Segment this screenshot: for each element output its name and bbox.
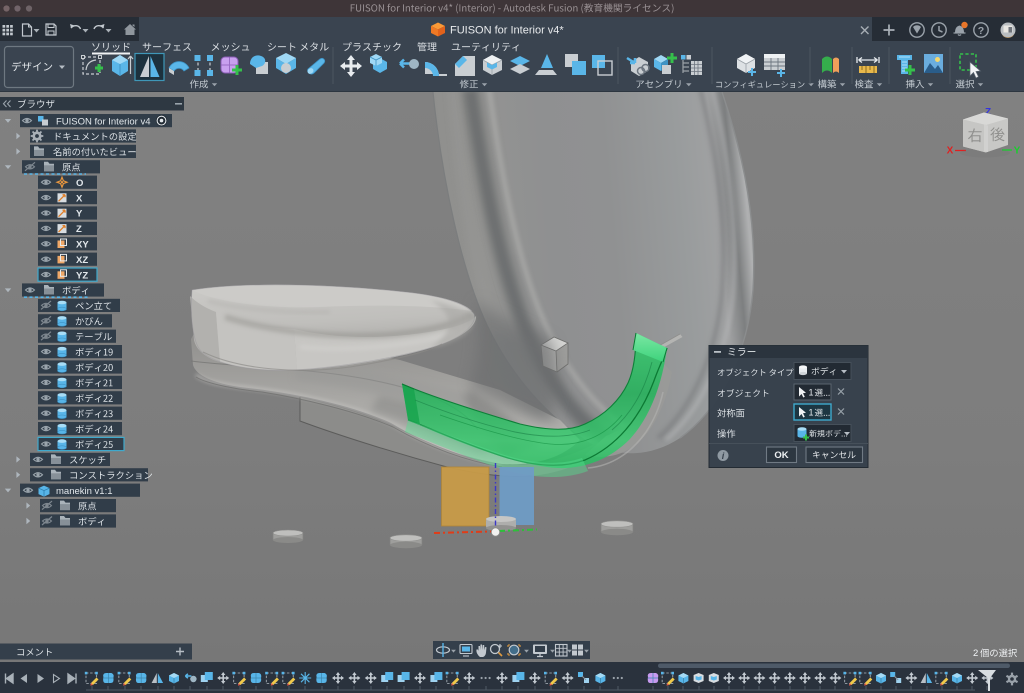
svg-text:1: 1 <box>809 388 814 398</box>
svg-text:Y: Y <box>76 209 83 220</box>
svg-text:Z: Z <box>76 224 82 235</box>
svg-text:X: X <box>76 193 83 204</box>
svg-text:FUISON for Interior v4: FUISON for Interior v4 <box>56 116 151 127</box>
svg-text:Y: Y <box>1014 146 1021 157</box>
svg-text:1: 1 <box>809 408 814 418</box>
svg-text:YZ: YZ <box>76 270 88 281</box>
svg-text:FUISON for Interior v4*: FUISON for Interior v4* <box>450 25 564 37</box>
svg-text:XY: XY <box>76 240 89 251</box>
svg-text:manekin v1:1: manekin v1:1 <box>56 486 113 497</box>
svg-text:X: X <box>947 146 954 157</box>
svg-text:XZ: XZ <box>76 255 88 266</box>
svg-text:O: O <box>76 178 83 189</box>
svg-text:OK: OK <box>774 450 788 461</box>
svg-text:2: 2 <box>973 648 978 659</box>
svg-text:?: ? <box>978 25 984 37</box>
